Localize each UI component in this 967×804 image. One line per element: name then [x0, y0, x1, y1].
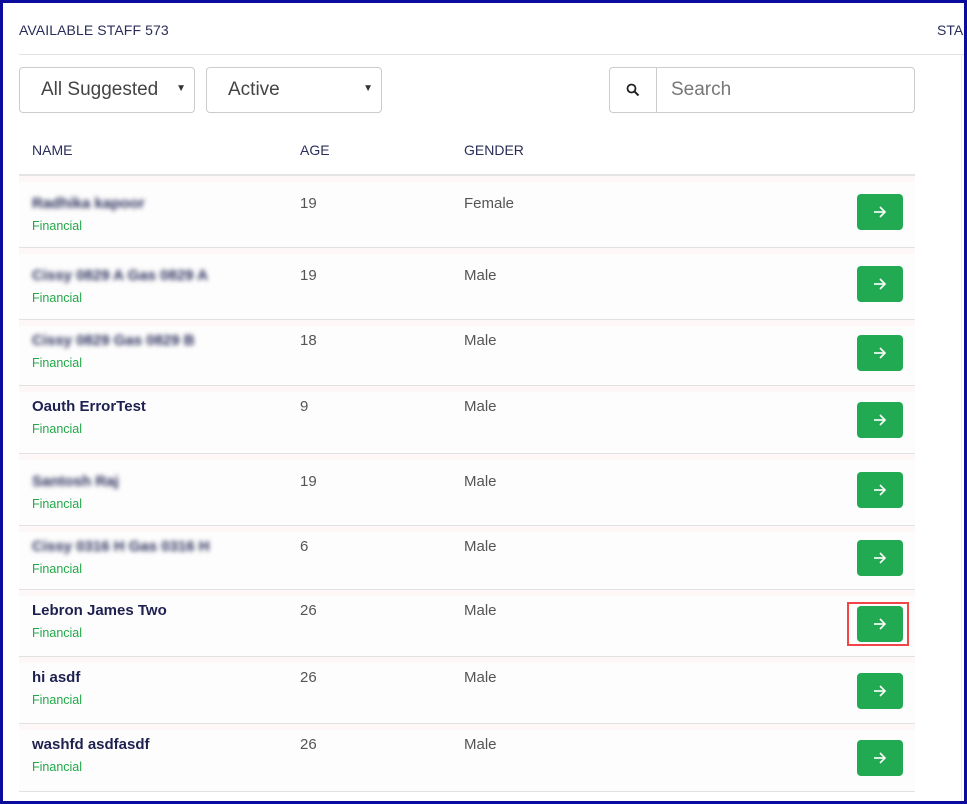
table-row: Lebron James Two Financial 26 Male [19, 590, 915, 657]
available-staff-title: AVAILABLE STAFF 573 [19, 22, 169, 38]
caret-down-icon: ▼ [176, 83, 186, 94]
column-header-name[interactable]: NAME [32, 142, 72, 158]
staff-department: Financial [32, 422, 83, 436]
staff-gender: Male [464, 267, 497, 284]
search-icon[interactable] [610, 68, 657, 112]
staff-name: Lebron James Two [32, 602, 167, 619]
staff-gender: Male [464, 398, 497, 415]
table-row: Radhika kapoor Financial 19 Female [19, 176, 915, 248]
staff-list: Radhika kapoor Financial 19 Female Cissy… [19, 176, 915, 792]
staff-department: Financial [32, 219, 83, 233]
staff-name: Cissy 0829 A Gas 0829 A [32, 267, 208, 284]
staff-name: Radhika kapoor [32, 195, 145, 212]
arrow-right-icon [874, 752, 887, 764]
arrow-right-icon [874, 552, 887, 564]
staff-age: 26 [300, 602, 317, 619]
staff-age: 19 [300, 473, 317, 490]
staff-department: Financial [32, 562, 83, 576]
staff-gender: Female [464, 195, 515, 212]
table-row: Santosh Raj Financial 19 Male [19, 454, 915, 526]
staff-department: Financial [32, 291, 83, 305]
select-staff-button[interactable] [857, 672, 903, 709]
staff-gender: Male [464, 538, 497, 555]
select-staff-button[interactable] [857, 540, 903, 576]
staff-age: 19 [300, 267, 317, 284]
staff-gender: Male [464, 602, 497, 619]
table-row: washfd asdfasdf Financial 26 Male [19, 724, 915, 792]
arrow-right-icon [874, 347, 887, 359]
suggested-filter-select[interactable]: All Suggested ▼ [19, 67, 195, 113]
select-staff-button[interactable] [857, 402, 903, 438]
search-input[interactable] [657, 68, 913, 112]
staff-gender: Male [464, 332, 497, 349]
staff-age: 19 [300, 195, 317, 212]
table-row: Oauth ErrorTest Financial 9 Male [19, 386, 915, 454]
staff-name: Cissy 0829 Gas 0829 B [32, 332, 195, 349]
caret-down-icon: ▼ [363, 83, 373, 94]
suggested-filter-value: All Suggested [41, 79, 159, 100]
staff-age: 6 [300, 538, 309, 555]
select-staff-button[interactable] [857, 740, 903, 776]
staff-age: 18 [300, 332, 317, 349]
arrow-right-icon [874, 414, 887, 426]
select-staff-button[interactable] [857, 194, 903, 230]
status-filter-value: Active [228, 79, 280, 100]
staff-age: 9 [300, 398, 309, 415]
staff-name: Santosh Raj [32, 473, 119, 490]
staff-name: washfd asdfasdf [32, 736, 150, 753]
panel-divider [961, 55, 962, 804]
staff-department: Financial [32, 497, 83, 511]
arrow-right-icon [874, 206, 887, 218]
select-staff-button[interactable] [857, 335, 903, 371]
select-staff-button[interactable] [857, 472, 903, 508]
arrow-right-icon [874, 684, 887, 697]
select-staff-button[interactable] [857, 266, 903, 302]
arrow-right-icon [874, 278, 887, 290]
staff-gender: Male [464, 736, 497, 753]
table-row: Cissy 0316 H Gas 0316 H Financial 6 Male [19, 526, 915, 590]
arrow-right-icon [874, 484, 887, 496]
staff-department: Financial [32, 356, 83, 370]
select-staff-button[interactable] [857, 605, 903, 642]
table-row: Cissy 0829 Gas 0829 B Financial 18 Male [19, 320, 915, 386]
staff-department: Financial [32, 693, 83, 707]
staff-name: hi asdf [32, 669, 81, 686]
staff-name: Cissy 0316 H Gas 0316 H [32, 538, 210, 555]
arrow-right-icon [874, 617, 887, 630]
table-row: Cissy 0829 A Gas 0829 A Financial 19 Mal… [19, 248, 915, 320]
column-header-age[interactable]: AGE [300, 142, 330, 158]
staff-age: 26 [300, 736, 317, 753]
divider [19, 54, 967, 55]
staff-department: Financial [32, 626, 83, 640]
staff-gender: Male [464, 473, 497, 490]
search-box [609, 67, 915, 113]
status-filter-select[interactable]: Active ▼ [206, 67, 382, 113]
staff-gender: Male [464, 669, 497, 686]
staff-age: 26 [300, 669, 317, 686]
table-row: hi asdf Financial 26 Male [19, 657, 915, 724]
staff-name: Oauth ErrorTest [32, 398, 146, 415]
staff-department: Financial [32, 760, 83, 774]
right-panel-title: STA [937, 22, 964, 38]
column-header-gender[interactable]: GENDER [464, 142, 524, 158]
